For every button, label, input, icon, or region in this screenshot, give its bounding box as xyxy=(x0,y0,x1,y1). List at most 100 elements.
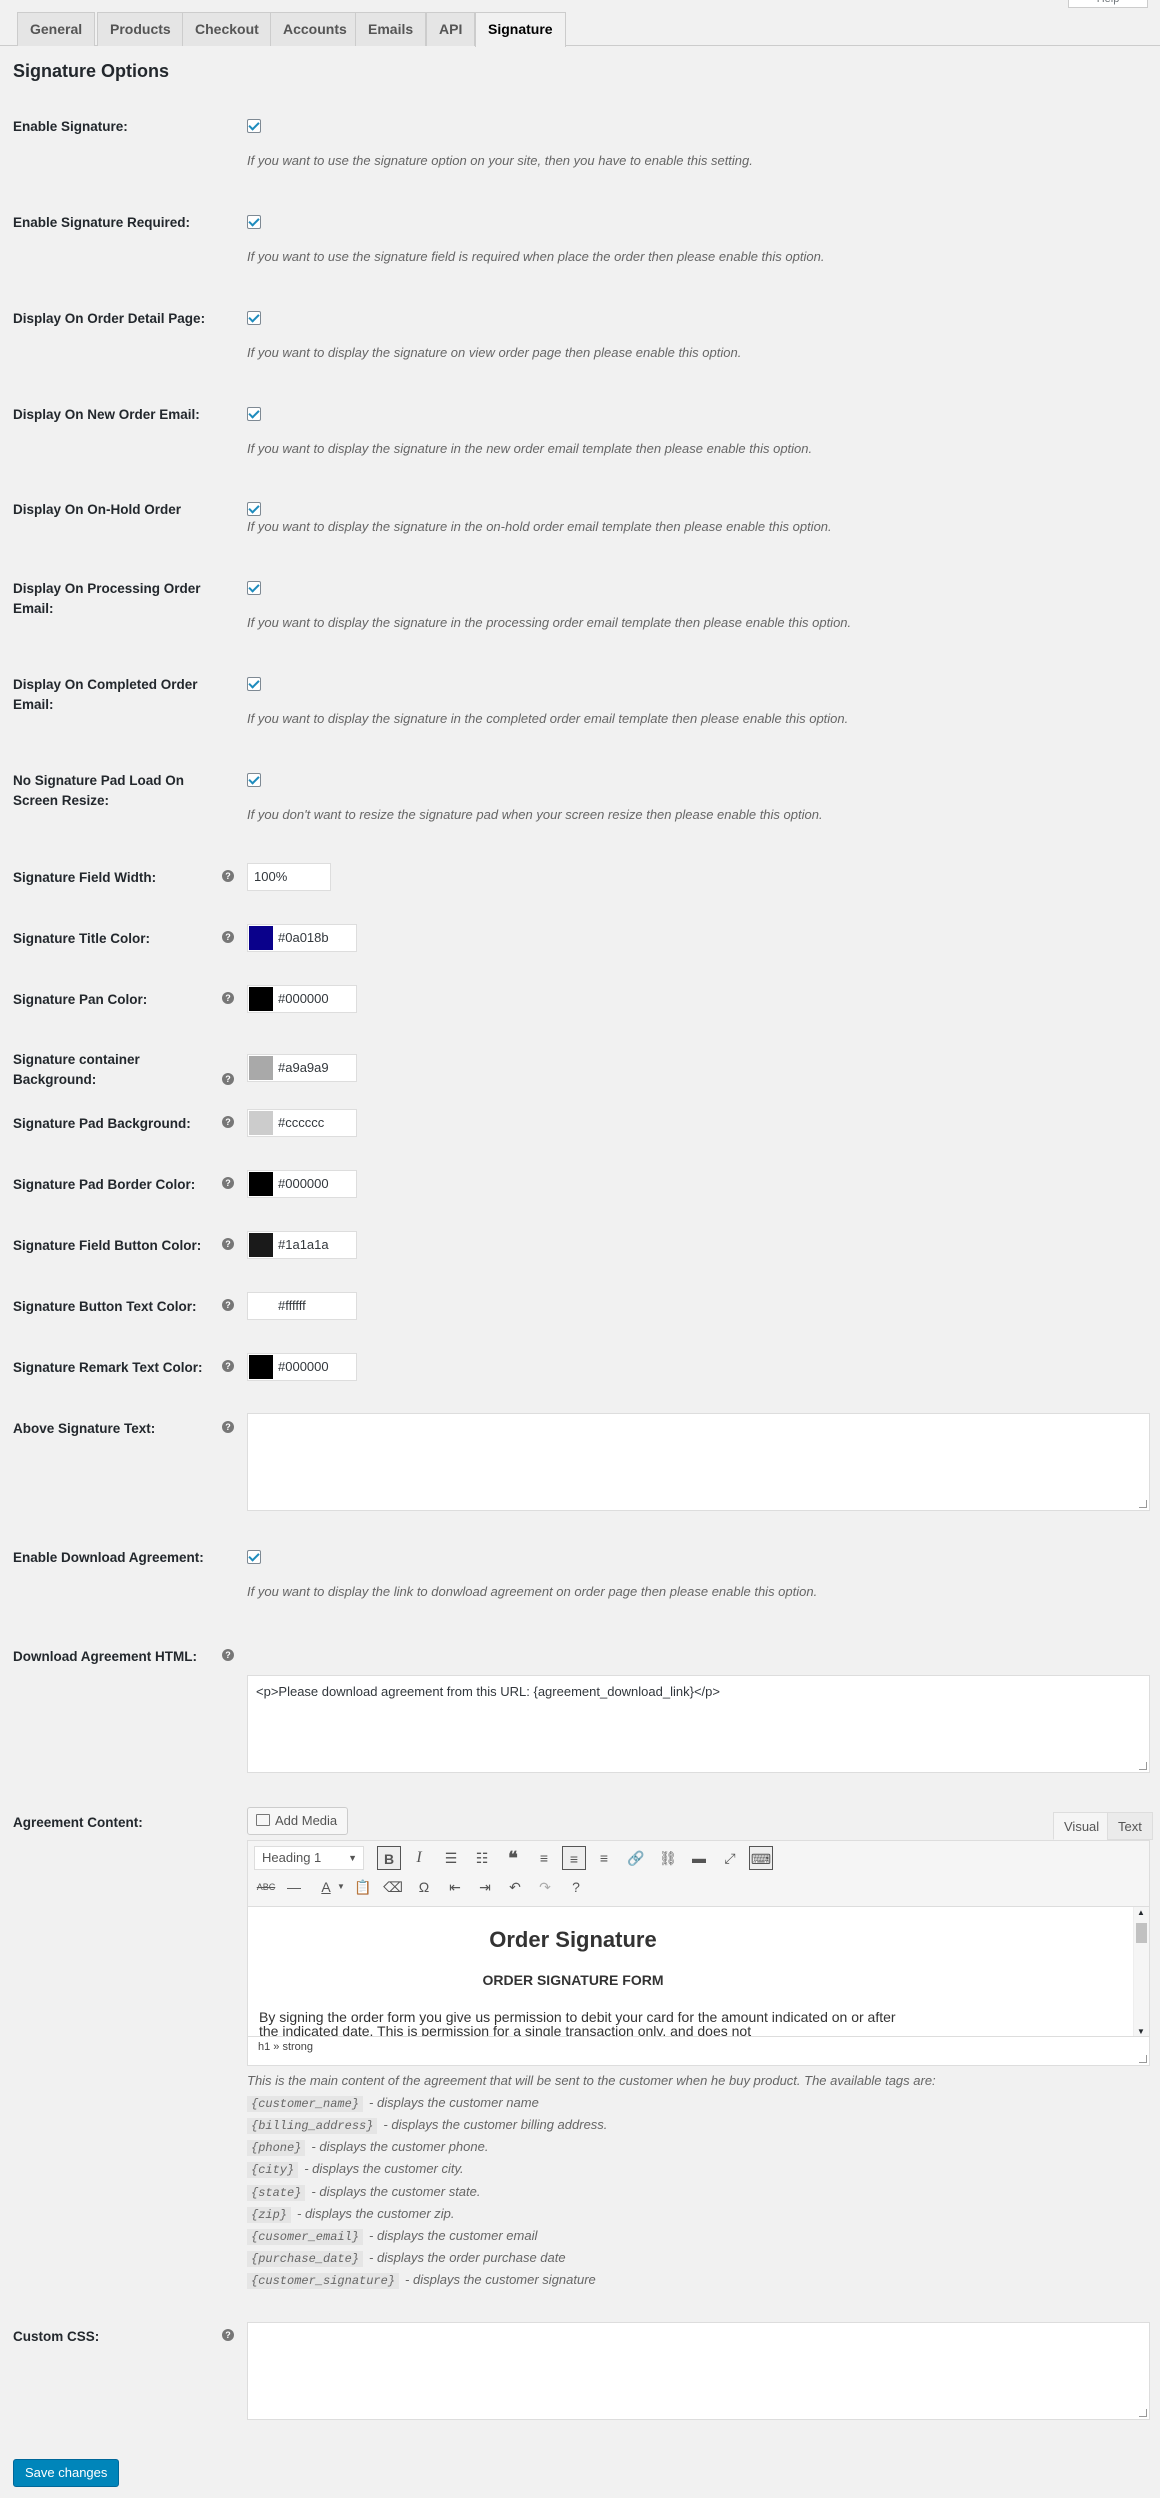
color-value[interactable]: #000000 xyxy=(278,1171,329,1197)
download-agreement-html-textarea[interactable]: <p>Please download agreement from this U… xyxy=(247,1675,1150,1773)
tab-products[interactable]: Products xyxy=(97,12,184,46)
format-select[interactable]: Heading 1 ▼ xyxy=(254,1846,364,1870)
on-hold-order-checkbox[interactable] xyxy=(247,502,261,516)
order-detail-page-checkbox[interactable] xyxy=(247,311,261,325)
unlink-icon[interactable]: ⛓ xyxy=(656,1846,680,1870)
color-value[interactable]: #ffffff xyxy=(278,1293,306,1319)
align-center-icon[interactable]: ≡ xyxy=(562,1846,586,1870)
button-text-color-picker[interactable]: #ffffff xyxy=(247,1292,357,1320)
field-width-input[interactable]: 100% xyxy=(247,863,331,891)
help-tip-icon[interactable]: ? xyxy=(222,1116,234,1128)
help-tip-icon[interactable]: ? xyxy=(222,1238,234,1250)
help-tip-icon[interactable]: ? xyxy=(222,2329,234,2341)
color-swatch[interactable] xyxy=(249,1233,273,1257)
setting-description: If you want to display the signature in … xyxy=(247,615,852,630)
resize-handle[interactable] xyxy=(1139,2409,1147,2417)
fullscreen-icon[interactable]: ⤢ xyxy=(718,1846,742,1870)
special-character-icon[interactable]: Ω xyxy=(412,1875,436,1899)
help-tip-icon[interactable]: ? xyxy=(222,1421,234,1433)
scroll-up-icon[interactable]: ▲ xyxy=(1137,1908,1145,1917)
paste-text-icon[interactable]: 📋 xyxy=(351,1875,375,1899)
help-tip-icon[interactable]: ? xyxy=(222,870,234,882)
pan-color-picker[interactable]: #000000 xyxy=(247,985,357,1013)
read-more-icon[interactable]: ▬ xyxy=(687,1846,711,1870)
color-value[interactable]: #000000 xyxy=(278,986,329,1012)
add-media-button[interactable]: Add Media xyxy=(247,1807,349,1835)
color-swatch[interactable] xyxy=(249,1355,273,1379)
resize-handle[interactable] xyxy=(1139,1762,1147,1770)
new-order-email-checkbox[interactable] xyxy=(247,407,261,421)
italic-icon[interactable]: I xyxy=(407,1846,431,1870)
tag-code: {customer_signature} xyxy=(247,2273,400,2289)
align-left-icon[interactable]: ≡ xyxy=(532,1846,556,1870)
help-tip-icon[interactable]: ? xyxy=(222,992,234,1004)
color-value[interactable]: #cccccc xyxy=(278,1110,324,1136)
field-button-color-picker[interactable]: #1a1a1a xyxy=(247,1231,357,1259)
color-swatch[interactable] xyxy=(249,987,273,1011)
save-changes-button[interactable]: Save changes xyxy=(13,2459,120,2487)
tab-api[interactable]: API xyxy=(426,12,476,46)
tab-checkout[interactable]: Checkout xyxy=(182,12,272,46)
numbered-list-icon[interactable]: ☷ xyxy=(470,1846,494,1870)
help-tip-icon[interactable]: ? xyxy=(222,1299,234,1311)
bullet-list-icon[interactable]: ☰ xyxy=(439,1846,463,1870)
link-icon[interactable]: 🔗 xyxy=(624,1846,648,1870)
clear-formatting-icon[interactable]: ⌫ xyxy=(381,1875,405,1899)
tab-emails[interactable]: Emails xyxy=(355,12,427,46)
color-swatch[interactable] xyxy=(249,926,273,950)
tab-signature[interactable]: Signature xyxy=(475,12,566,47)
toolbar-toggle-icon[interactable]: ⌨ xyxy=(749,1846,773,1870)
color-value[interactable]: #000000 xyxy=(278,1354,329,1380)
color-swatch[interactable] xyxy=(249,1172,273,1196)
container-background-picker[interactable]: #a9a9a9 xyxy=(247,1054,357,1082)
scroll-down-icon[interactable]: ▼ xyxy=(1137,2027,1145,2036)
signature-required-checkbox[interactable] xyxy=(247,215,261,229)
keyboard-shortcuts-icon[interactable]: ? xyxy=(564,1875,588,1899)
enable-signature-checkbox[interactable] xyxy=(247,119,261,133)
remark-text-color-picker[interactable]: #000000 xyxy=(247,1353,357,1381)
bold-icon[interactable]: B xyxy=(377,1846,401,1870)
processing-order-email-checkbox[interactable] xyxy=(247,581,261,595)
help-tip-icon[interactable]: ? xyxy=(222,1360,234,1372)
editor-scrollbar[interactable]: ▲ ▼ xyxy=(1133,1907,1149,2036)
color-value[interactable]: #a9a9a9 xyxy=(278,1055,329,1081)
help-tip-icon[interactable]: ? xyxy=(222,1177,234,1189)
scroll-thumb[interactable] xyxy=(1136,1923,1147,1943)
color-swatch[interactable] xyxy=(249,1294,273,1318)
no-pad-resize-checkbox[interactable] xyxy=(247,773,261,787)
blockquote-icon[interactable]: ❝ xyxy=(501,1846,525,1870)
custom-css-textarea[interactable] xyxy=(247,2322,1150,2420)
color-swatch[interactable] xyxy=(249,1056,273,1080)
title-color-picker[interactable]: #0a018b xyxy=(247,924,357,952)
indent-icon[interactable]: ⇥ xyxy=(473,1875,497,1899)
pad-border-color-picker[interactable]: #000000 xyxy=(247,1170,357,1198)
element-path[interactable]: h1 » strong xyxy=(258,2041,313,2053)
tag-code: {city} xyxy=(247,2162,299,2178)
download-agreement-checkbox[interactable] xyxy=(247,1550,261,1564)
tab-visual[interactable]: Visual xyxy=(1053,1812,1111,1840)
color-value[interactable]: #0a018b xyxy=(278,925,329,951)
tag-desc: - displays the order purchase date xyxy=(369,2250,566,2265)
above-signature-textarea[interactable] xyxy=(247,1413,1150,1511)
align-right-icon[interactable]: ≡ xyxy=(592,1846,616,1870)
pad-background-picker[interactable]: #cccccc xyxy=(247,1109,357,1137)
help-tip-icon[interactable]: ? xyxy=(222,1073,234,1085)
completed-order-email-checkbox[interactable] xyxy=(247,677,261,691)
chevron-down-icon[interactable]: ▼ xyxy=(329,1875,353,1899)
help-tip-icon[interactable]: ? xyxy=(222,931,234,943)
color-value[interactable]: #1a1a1a xyxy=(278,1232,329,1258)
resize-handle[interactable] xyxy=(1139,1500,1147,1508)
tab-accounts[interactable]: Accounts xyxy=(270,12,360,46)
resize-handle[interactable] xyxy=(1139,2055,1147,2063)
strikethrough-icon[interactable]: ABC xyxy=(254,1875,278,1899)
outdent-icon[interactable]: ⇤ xyxy=(443,1875,467,1899)
tab-general[interactable]: General xyxy=(17,12,96,46)
horizontal-line-icon[interactable]: — xyxy=(282,1875,306,1899)
textarea-value[interactable]: <p>Please download agreement from this U… xyxy=(256,1684,720,1699)
help-tip-icon[interactable]: ? xyxy=(222,1649,234,1661)
editor-content[interactable]: Order Signature ORDER SIGNATURE FORM By … xyxy=(248,1906,1149,2036)
color-swatch[interactable] xyxy=(249,1111,273,1135)
tab-text[interactable]: Text xyxy=(1107,1812,1153,1840)
undo-icon[interactable]: ↶ xyxy=(503,1875,527,1899)
redo-icon[interactable]: ↷ xyxy=(533,1875,557,1899)
